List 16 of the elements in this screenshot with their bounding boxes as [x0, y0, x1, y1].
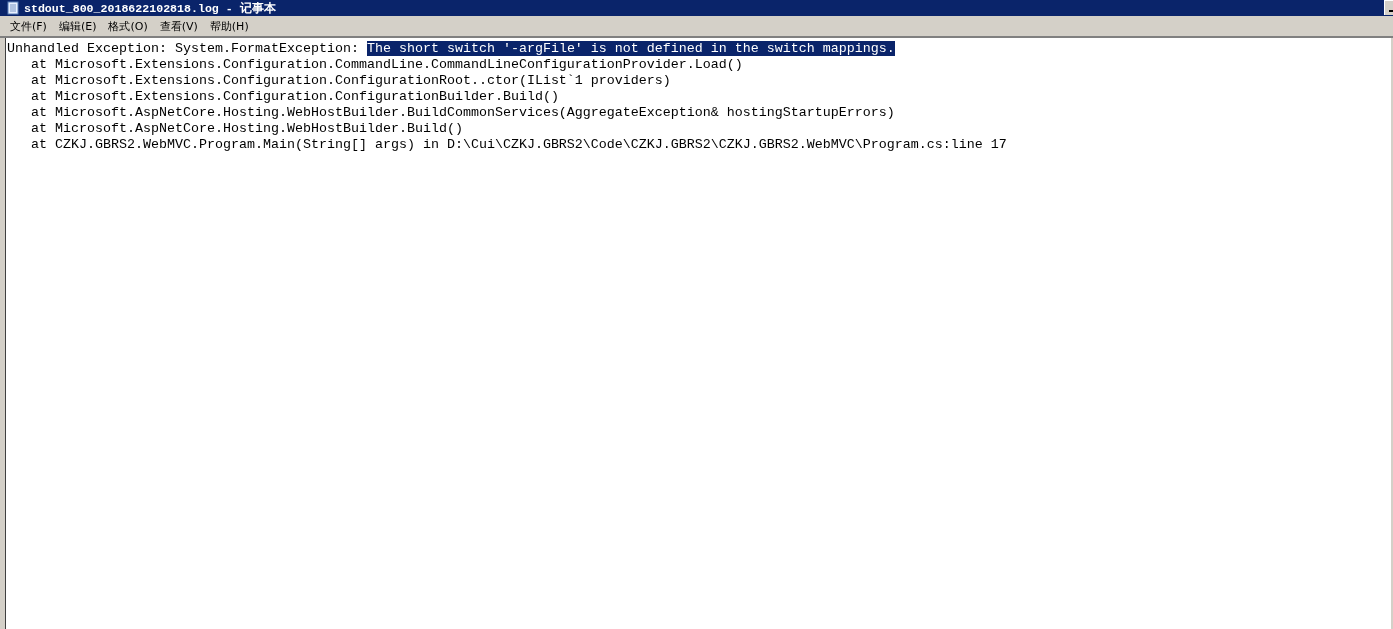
notepad-icon — [6, 1, 20, 15]
log-line: at Microsoft.AspNetCore.Hosting.WebHostBuilder.Build() — [30, 121, 464, 137]
text-area[interactable] — [5, 38, 1391, 629]
log-line: at Microsoft.Extensions.Configuration.CommandLine.CommandLineConfigurationProvider.Load() — [30, 57, 744, 73]
log-line: Unhandled Exception: System.FormatException: The short switch '-argFile' is not defined in the switch mappings. — [7, 41, 896, 57]
log-line: at Microsoft.AspNetCore.Hosting.WebHostBuilder.BuildCommonServices(AggregateException& hostingStartupErrors) — [30, 105, 896, 121]
log-line: at Microsoft.Extensions.Configuration.ConfigurationRoot..ctor(IList`1 providers) — [30, 73, 672, 89]
menu-item[interactable]: 格式(O) — [102, 18, 154, 34]
menu-item[interactable]: 编辑(E) — [52, 18, 103, 34]
menu-item[interactable]: 查看(V) — [153, 18, 204, 34]
menu-item[interactable]: 文件(F) — [4, 18, 53, 34]
window-title: stdout_800_2018622102818.log - 记事本 — [24, 0, 276, 16]
log-line: at CZKJ.GBRS2.WebMVC.Program.Main(String[] args) in D:\Cui\CZKJ.GBRS2\Code\CZKJ.GBRS2\CZKJ.GBRS2.WebMVC\Program.cs:line 17 — [30, 137, 1008, 153]
minimize-button[interactable] — [1384, 0, 1393, 15]
log-line: at Microsoft.Extensions.Configuration.ConfigurationBuilder.Build() — [30, 89, 560, 105]
menu-item[interactable]: 帮助(H) — [203, 18, 255, 34]
